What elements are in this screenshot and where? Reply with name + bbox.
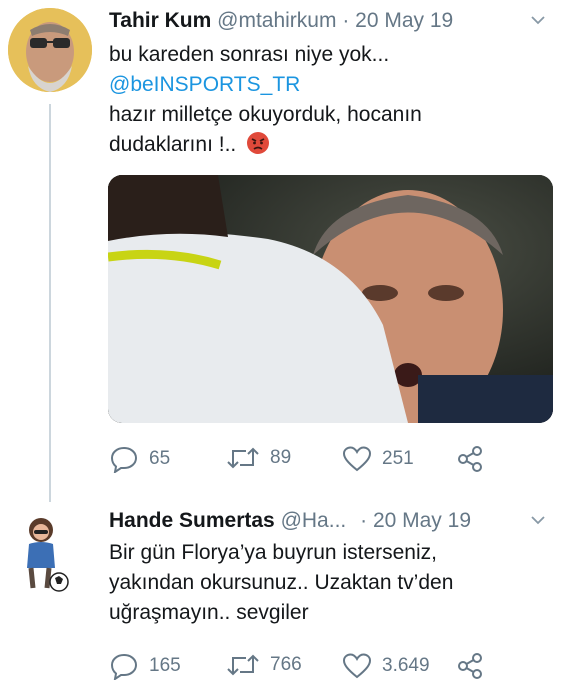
author-handle[interactable]: @mtahirkum [217, 9, 336, 32]
tweet-text-line: yakından okursunuz.. Uzaktan tv’den [109, 571, 454, 594]
separator-dot: · [342, 9, 350, 32]
tweet-text-line: uğraşmayın.. sevgiler [109, 601, 309, 624]
like-button[interactable]: 3.649 [342, 652, 430, 680]
like-button[interactable]: 251 [342, 445, 414, 473]
retweet-count: 766 [270, 654, 302, 675]
like-count: 251 [382, 448, 414, 469]
tweet-1[interactable]: Tahir Kum @mtahirkum · 20 May 19 bu kare… [0, 0, 569, 500]
reply-button[interactable]: 165 [109, 652, 181, 680]
retweet-button[interactable]: 89 [226, 445, 291, 471]
retweet-icon [227, 654, 259, 676]
tweet-media-image[interactable] [108, 175, 553, 423]
avatar[interactable] [8, 8, 92, 92]
tweet-text-line: dudaklarını !.. [109, 130, 422, 164]
tweet-2[interactable]: Hande Sumertas @Ha... · 20 May 19 Bir gü… [0, 500, 569, 680]
tweet-date[interactable]: 20 May 19 [373, 509, 471, 532]
reply-icon [110, 446, 138, 473]
retweet-button[interactable]: 766 [226, 652, 302, 678]
share-icon [458, 653, 482, 679]
separator-dot: · [360, 509, 368, 532]
share-icon [458, 446, 482, 472]
retweet-icon [227, 447, 259, 469]
share-button[interactable] [456, 445, 484, 473]
like-count: 3.649 [382, 655, 430, 676]
like-icon [342, 653, 372, 679]
tweet-header: Tahir Kum @mtahirkum · 20 May 19 [109, 9, 453, 33]
author-name[interactable]: Tahir Kum [109, 9, 211, 32]
mention-link[interactable]: @beINSPORTS_TR [109, 70, 422, 100]
reply-count: 165 [149, 655, 181, 676]
chevron-down-icon[interactable] [531, 13, 545, 27]
tweet-text: bu kareden sonrası niye yok... @beINSPOR… [109, 40, 422, 164]
angry-face-icon [246, 131, 270, 164]
avatar[interactable] [17, 512, 75, 594]
tweet-text-line: bu kareden sonrası niye yok... [109, 43, 390, 66]
like-icon [342, 446, 372, 472]
author-name[interactable]: Hande Sumertas [109, 509, 275, 532]
reply-button[interactable]: 65 [109, 445, 170, 473]
chevron-down-icon[interactable] [531, 513, 545, 527]
retweet-count: 89 [270, 447, 292, 468]
tweet-text-line: hazır milletçe okuyorduk, hocanın [109, 103, 422, 126]
tweet-text-line: Bir gün Florya’ya buyrun isterseniz, [109, 541, 437, 564]
reply-count: 65 [149, 448, 171, 469]
author-handle[interactable]: @Ha... [281, 509, 347, 532]
tweet-date[interactable]: 20 May 19 [355, 9, 453, 32]
tweet-header: Hande Sumertas @Ha... · 20 May 19 [109, 509, 471, 533]
share-button[interactable] [456, 652, 484, 680]
tweet-text: Bir gün Florya’ya buyrun isterseniz, yak… [109, 538, 453, 628]
reply-icon [110, 653, 138, 680]
